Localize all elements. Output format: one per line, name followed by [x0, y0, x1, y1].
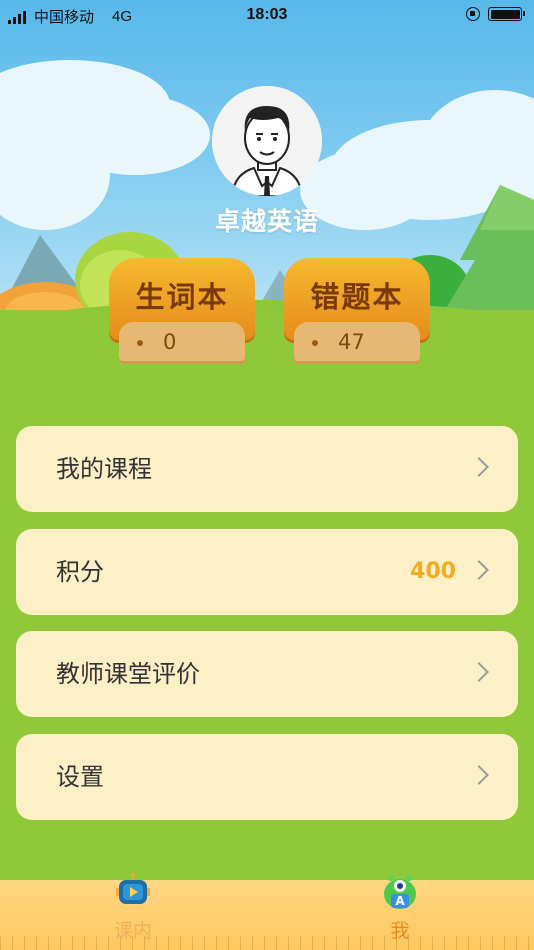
avatar[interactable] — [212, 86, 322, 196]
battery-icon — [488, 7, 525, 21]
menu-item-my-courses[interactable]: 我的课程 — [16, 426, 518, 512]
user-portrait-icon — [212, 86, 322, 196]
menu-item-label: 积分 — [56, 558, 104, 586]
grass-background — [0, 310, 534, 950]
vocabulary-book-button[interactable]: 0 生词本 — [109, 258, 255, 366]
mistakes-count: 47 — [338, 330, 365, 354]
bullet-dot-icon — [312, 340, 318, 346]
vocabulary-count: 0 — [163, 330, 177, 354]
user-name: 卓越英语 — [214, 207, 319, 236]
mistakes-book-button[interactable]: 47 错题本 — [284, 258, 430, 366]
menu-item-points[interactable]: 积分 400 — [16, 529, 518, 615]
status-bar: 中国移动 4G 18:03 — [0, 0, 534, 30]
rotation-lock-icon — [466, 7, 480, 21]
chevron-right-icon — [469, 457, 489, 477]
chevron-right-icon — [469, 662, 489, 682]
vocabulary-book-title: 生词本 — [135, 280, 229, 314]
menu-item-label: 我的课程 — [56, 455, 152, 483]
chevron-right-icon — [469, 560, 489, 580]
svg-text:A: A — [395, 894, 405, 908]
profile-screen: 中国移动 4G 18:03 卓越英语 0 生词本 47 错题本 我的课程 积分 … — [0, 0, 534, 950]
monster-a-icon: A — [384, 875, 416, 909]
tab-in-class[interactable]: 课内 — [73, 873, 193, 950]
chevron-right-icon — [469, 765, 489, 785]
video-robot-icon — [116, 873, 150, 904]
tab-bar: 课内 A 我 — [0, 873, 534, 950]
menu-item-label: 设置 — [56, 763, 104, 791]
points-value: 400 — [410, 559, 456, 584]
tab-me[interactable]: A 我 — [340, 875, 460, 950]
mistakes-book-title: 错题本 — [310, 280, 404, 314]
menu-item-teacher-evaluation[interactable]: 教师课堂评价 — [16, 631, 518, 717]
tab-label: 课内 — [113, 920, 152, 942]
status-time: 18:03 — [246, 6, 288, 23]
tab-label: 我 — [390, 920, 410, 942]
bullet-dot-icon — [137, 340, 143, 346]
menu-item-label: 教师课堂评价 — [56, 660, 200, 688]
menu-item-settings[interactable]: 设置 — [16, 734, 518, 820]
